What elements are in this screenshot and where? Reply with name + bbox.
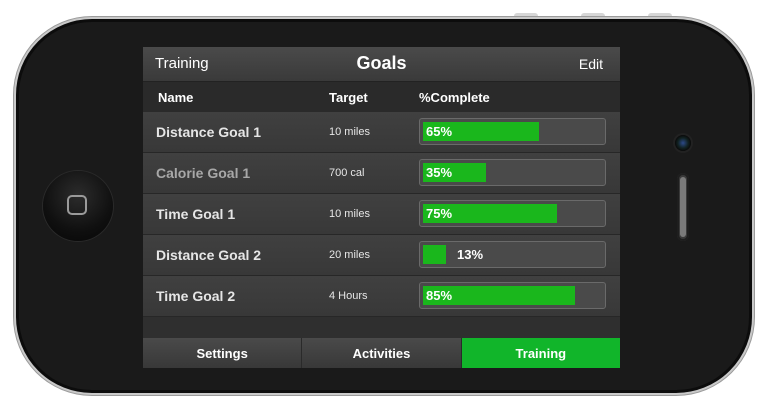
goal-list: Distance Goal 1 10 miles 65% Calorie Goal 1…	[143, 112, 620, 317]
page-title: Goals	[356, 53, 407, 73]
app-screen: Training Goals Edit Name Target %Complet…	[143, 47, 620, 368]
back-button[interactable]: Training	[155, 55, 209, 72]
goal-name: Distance Goal 2	[156, 247, 262, 263]
progress-percent: 35%	[426, 165, 453, 180]
home-square-icon	[67, 195, 87, 215]
goal-row[interactable]: Time Goal 1 10 miles 75%	[143, 194, 620, 235]
tab-settings[interactable]: Settings	[143, 338, 302, 368]
goal-name: Time Goal 2	[156, 288, 236, 304]
progress-percent: 75%	[426, 206, 453, 221]
progress-bar: 85%	[419, 282, 606, 309]
speaker-grille	[677, 173, 689, 241]
progress-percent: 85%	[426, 288, 453, 303]
progress-bar: 35%	[419, 159, 606, 186]
goal-name: Distance Goal 1	[156, 124, 262, 140]
progress-bar: 75%	[419, 200, 606, 227]
goal-target: 10 miles	[329, 208, 370, 220]
progress-fill	[423, 245, 446, 264]
progress-bar: 13%	[419, 241, 606, 268]
column-header: Name Target %Complete	[143, 82, 620, 112]
nav-bar: Training Goals Edit	[143, 47, 620, 82]
goal-row[interactable]: Distance Goal 2 20 miles 13%	[143, 235, 620, 276]
goal-target: 4 Hours	[329, 290, 368, 302]
progress-percent: 13%	[457, 247, 484, 262]
edit-button[interactable]: Edit	[579, 56, 603, 72]
progress-percent: 65%	[426, 124, 453, 139]
goal-row[interactable]: Calorie Goal 1 700 cal 35%	[143, 153, 620, 194]
column-header-complete: %Complete	[419, 90, 490, 105]
home-button[interactable]	[43, 171, 113, 241]
goal-row[interactable]: Time Goal 2 4 Hours 85%	[143, 276, 620, 317]
tab-activities[interactable]: Activities	[301, 338, 461, 368]
column-header-name: Name	[158, 90, 194, 105]
goal-target: 20 miles	[329, 249, 370, 261]
tab-bar: Settings Activities Training	[143, 338, 620, 368]
goal-name: Time Goal 1	[156, 206, 236, 222]
progress-bar: 65%	[419, 118, 606, 145]
tab-training[interactable]: Training	[460, 338, 620, 368]
goal-row[interactable]: Distance Goal 1 10 miles 65%	[143, 112, 620, 153]
goal-target: 700 cal	[329, 167, 365, 179]
column-header-target: Target	[329, 90, 368, 105]
goal-target: 10 miles	[329, 126, 370, 138]
front-camera	[675, 135, 691, 151]
goal-name: Calorie Goal 1	[156, 165, 251, 181]
